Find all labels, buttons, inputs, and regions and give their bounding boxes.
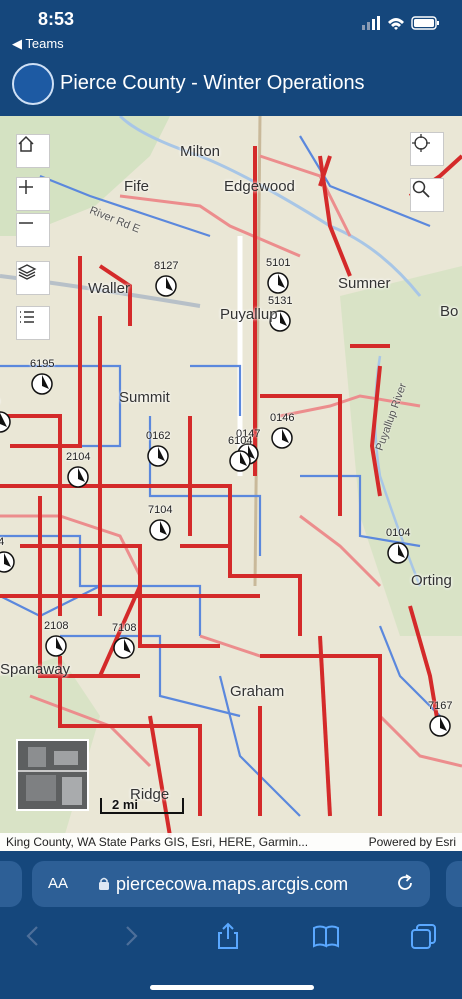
place-label: Summit (119, 389, 170, 406)
plow-unit-id: 04 (0, 536, 5, 548)
place-label: Bo (440, 303, 459, 320)
plow-unit-id: 7167 (428, 700, 453, 712)
plow-unit-id: 0162 (146, 430, 171, 442)
reload-icon[interactable] (394, 872, 416, 894)
plow-unit-id: 7104 (148, 504, 173, 516)
page-title: Pierce County - Winter Operations (60, 72, 365, 94)
map-attribution: King County, WA State Parks GIS, Esri, H… (0, 833, 462, 851)
zoom-in-button[interactable] (16, 177, 50, 211)
plow-unit-id: 6195 (30, 358, 55, 370)
place-label: Sumner (338, 275, 391, 292)
status-bar: 8:53 ◀ Teams (0, 0, 462, 56)
address-bar[interactable]: AA piercecowa.maps.arcgis.com (32, 861, 430, 907)
locate-button[interactable] (410, 132, 444, 166)
place-label: Graham (230, 683, 285, 700)
powered-by-esri[interactable]: Powered by Esri (369, 835, 456, 849)
scale-bar: 2 mi (100, 797, 184, 818)
plow-unit-id: 5131 (268, 295, 293, 307)
forward-icon[interactable] (116, 921, 146, 951)
basemap-toggle[interactable] (16, 739, 89, 811)
legend-button[interactable] (16, 306, 50, 340)
home-indicator (150, 985, 314, 990)
list-icon (20, 311, 34, 323)
plow-unit-id: 5101 (266, 257, 291, 269)
share-icon[interactable] (213, 921, 243, 951)
place-label: Spanaway (0, 661, 71, 678)
text-size-button[interactable]: AA (48, 875, 68, 892)
place-label: Milton (180, 143, 221, 160)
next-tab-preview[interactable] (446, 861, 462, 907)
search-icon (412, 180, 430, 198)
place-label: Orting (411, 572, 452, 589)
scale-label: 2 mi (112, 797, 139, 812)
plow-unit-id: 2104 (66, 451, 91, 463)
crosshair-icon (412, 134, 430, 152)
back-to-teams-link[interactable]: ◀ Teams (12, 36, 64, 52)
home-button[interactable] (16, 134, 50, 168)
place-label: Waller (88, 280, 130, 297)
signal-wifi-battery-icon (362, 16, 439, 30)
app-header: Pierce County - Winter Operations (0, 56, 462, 116)
plow-unit-id: 0104 (386, 527, 411, 539)
place-label: Fife (124, 178, 150, 195)
attribution-sources: King County, WA State Parks GIS, Esri, H… (6, 835, 309, 849)
tabs-icon[interactable] (409, 921, 439, 951)
map-view[interactable]: Milton Fife Edgewood Sumner Puyallup Sum… (0, 116, 462, 851)
layers-button[interactable] (16, 261, 50, 295)
browser-chrome: AA piercecowa.maps.arcgis.com (0, 851, 462, 999)
minus-icon (19, 222, 33, 224)
place-label: Edgewood (224, 178, 295, 195)
plus-icon (19, 180, 33, 194)
search-button[interactable] (410, 178, 444, 212)
place-label: Puyallup (220, 306, 278, 323)
home-icon (18, 135, 34, 152)
plow-unit-id: 7108 (112, 622, 137, 634)
lock-icon (99, 877, 109, 890)
pierce-county-logo (12, 63, 54, 105)
previous-tab-preview[interactable] (0, 861, 22, 907)
satellite-thumbnail (18, 741, 87, 809)
url-text[interactable]: piercecowa.maps.arcgis.com (116, 874, 348, 895)
plow-unit-id: 2108 (44, 620, 69, 632)
layers-icon (17, 264, 37, 280)
back-icon[interactable] (18, 921, 48, 951)
bookmarks-icon[interactable] (311, 921, 341, 951)
zoom-out-button[interactable] (16, 213, 50, 247)
plow-unit-id: 6104 (228, 435, 253, 447)
plow-unit-id: 0146 (270, 412, 295, 424)
status-time: 8:53 (38, 9, 75, 29)
plow-unit-id: 8127 (154, 260, 179, 272)
